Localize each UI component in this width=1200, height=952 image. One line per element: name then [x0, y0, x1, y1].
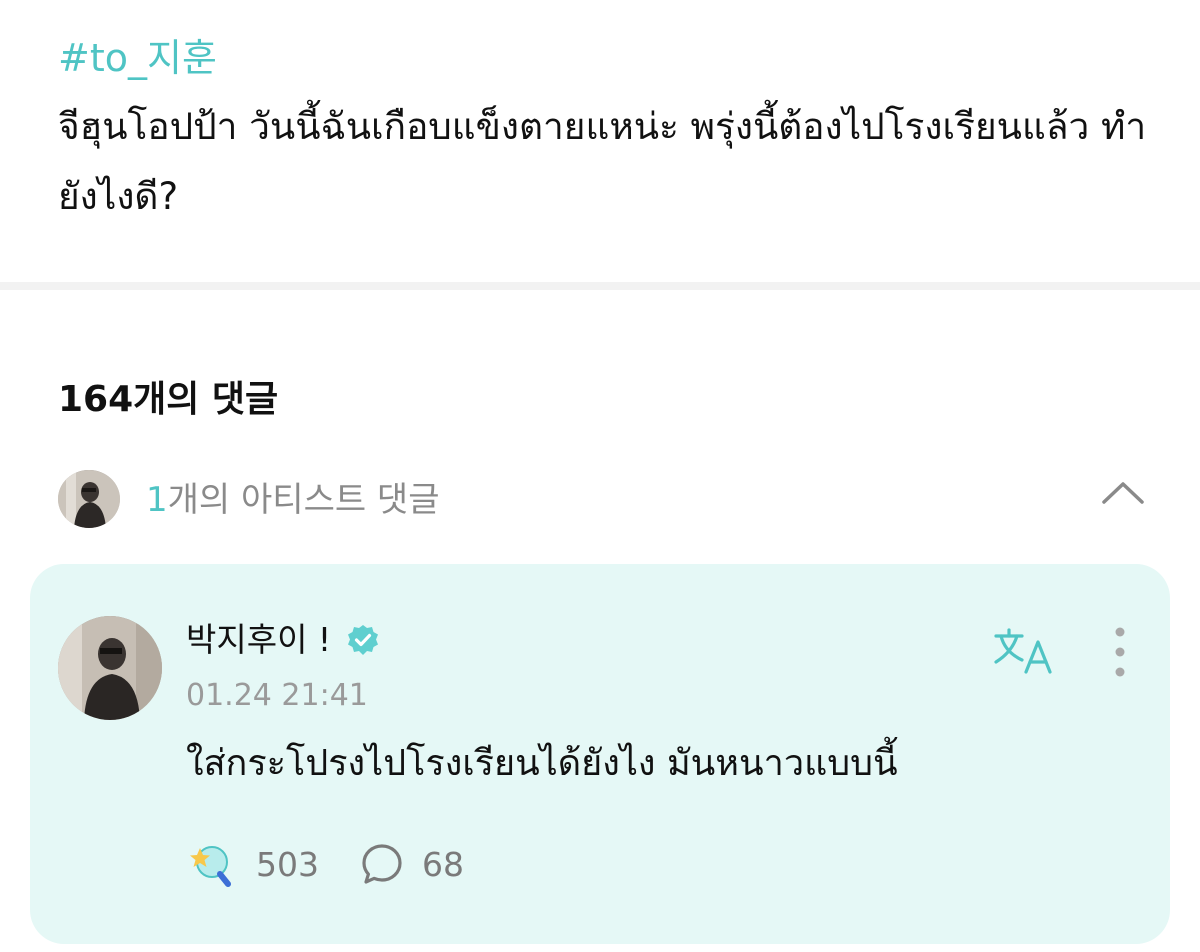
reply-count: 68	[422, 845, 464, 884]
comment-count-heading: 164개의 댓글	[58, 379, 279, 420]
artist-comments-label: 1개의 아티스트 댓글	[146, 476, 440, 524]
artist-comment-count: 1	[146, 480, 168, 520]
like-count: 503	[256, 845, 319, 884]
fan-post-page: #to_지훈 จีฮุนโอปป้า วันนี้ฉันเกือบแข็งตาย…	[0, 0, 1200, 952]
author-name-text: 박지후이 !	[186, 620, 332, 659]
like-icon[interactable]	[186, 842, 236, 888]
verified-badge-icon	[346, 622, 380, 656]
artist-avatar-small	[58, 470, 120, 528]
translate-icon[interactable]	[992, 626, 1056, 676]
reply-bubble-icon[interactable]	[360, 842, 404, 886]
comment-timestamp: 01.24 21:41	[186, 678, 368, 713]
chevron-up-icon[interactable]	[1100, 478, 1146, 508]
comment-author[interactable]: 박지후이 !	[186, 616, 380, 664]
artist-comment-card: 박지후이 ! 01.24 21:41 ใส่กระโปรงไปโรงเรียนไ…	[30, 564, 1170, 944]
post-content: #to_지훈 จีฮุนโอปป้า วันนี้ฉันเกือบแข็งตาย…	[58, 30, 1158, 232]
section-divider	[0, 282, 1200, 290]
comment-text: ใส่กระโปรงไปโรงเรียนได้ยังไง มันหนาวแบบน…	[186, 743, 898, 784]
artist-comment-text: 개의 아티스트 댓글	[167, 480, 440, 520]
comment-actions: 503 68	[186, 838, 586, 892]
artist-comments-toggle[interactable]: 1개의 아티스트 댓글	[58, 470, 1158, 530]
post-body: จีฮุนโอปป้า วันนี้ฉันเกือบแข็งตายแหน่ะ พ…	[58, 105, 1147, 218]
post-hashtag[interactable]: #to_지훈	[58, 30, 1158, 86]
author-avatar[interactable]	[58, 616, 162, 720]
more-vertical-icon[interactable]	[1106, 626, 1134, 678]
